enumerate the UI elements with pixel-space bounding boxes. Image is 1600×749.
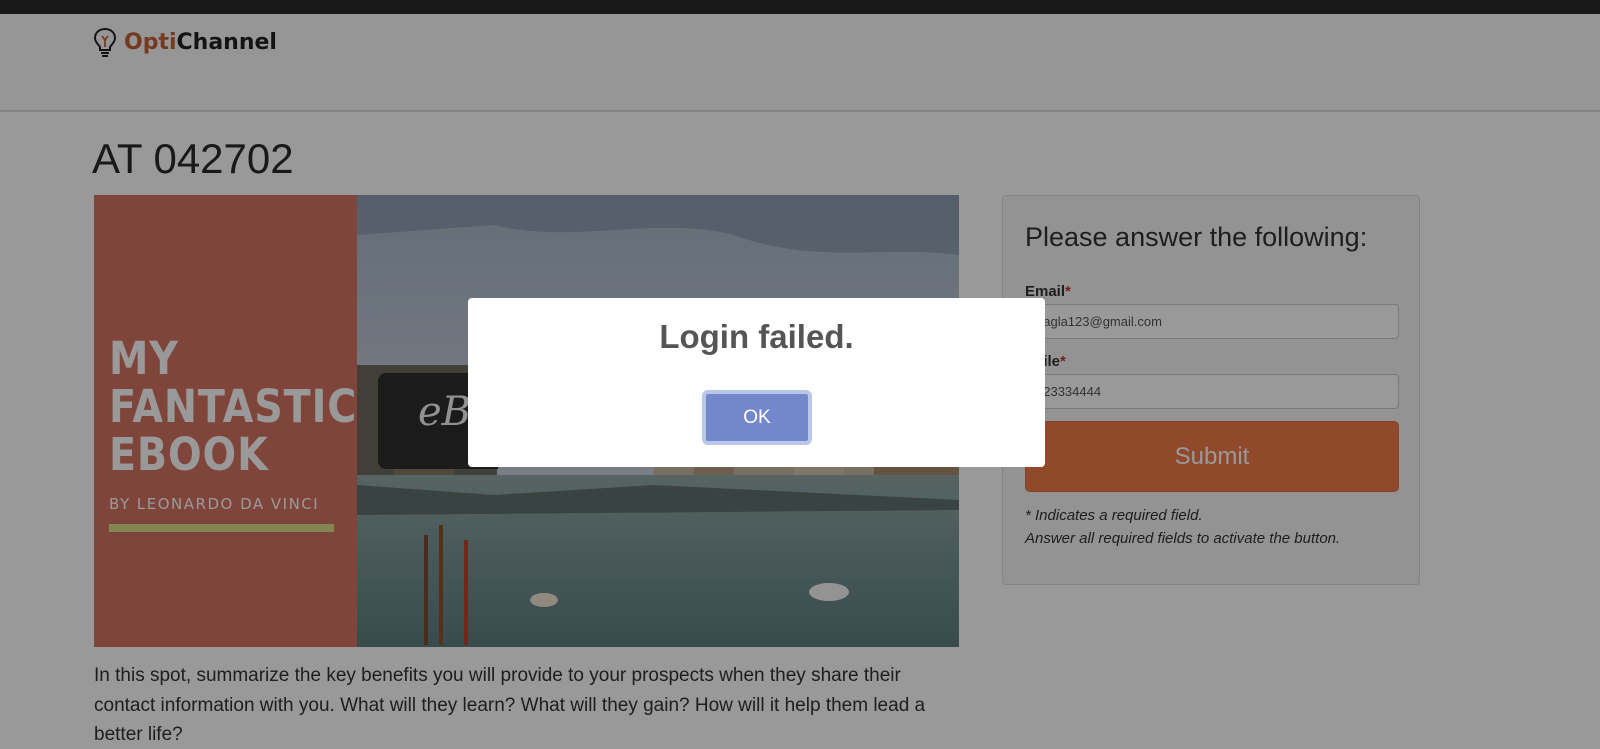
- alert-dialog: Login failed. OK: [468, 298, 1045, 467]
- dialog-message: Login failed.: [659, 318, 854, 355]
- ok-button[interactable]: OK: [702, 390, 812, 445]
